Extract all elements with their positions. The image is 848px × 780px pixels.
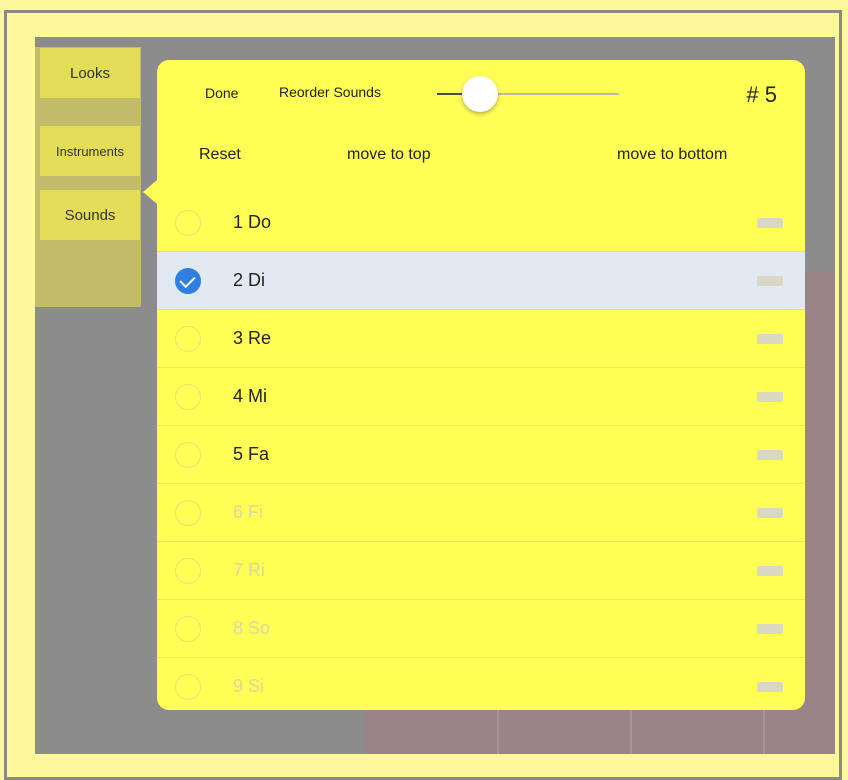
- drag-handle-icon[interactable]: [757, 333, 783, 344]
- sound-row[interactable]: 5 Fa: [157, 426, 805, 484]
- sound-label: 1 Do: [233, 212, 272, 232]
- tab-instruments[interactable]: Instruments: [40, 126, 140, 176]
- sound-label: 9 Si: [233, 676, 265, 696]
- sound-label: 3 Re: [233, 328, 272, 348]
- tab-instruments-label: Instruments: [56, 143, 124, 159]
- sound-label: 6 Fi: [233, 502, 264, 522]
- sound-label: 2 Di: [233, 270, 266, 290]
- radio-circle-icon[interactable]: [175, 383, 201, 410]
- reset-button[interactable]: Reset: [199, 146, 241, 164]
- sound-label: 7 Ri: [233, 560, 266, 580]
- tab-looks[interactable]: Looks: [40, 48, 140, 98]
- sound-list: 1 Do 2 Di 3 Re 4 Mi 5 Fa 6 Fi 7 Ri 8 So 9 Si: [157, 194, 805, 710]
- drag-handle-icon[interactable]: [757, 565, 783, 576]
- radio-circle-icon[interactable]: [175, 557, 201, 584]
- checkmark-circle-icon[interactable]: [175, 267, 201, 294]
- radio-circle-icon[interactable]: [175, 441, 201, 468]
- drag-handle-icon[interactable]: [757, 391, 783, 402]
- move-to-top-button[interactable]: move to top: [347, 146, 431, 164]
- drag-handle-icon[interactable]: [757, 507, 783, 518]
- drag-handle-icon[interactable]: [757, 681, 783, 692]
- tab-looks-label: Looks: [69, 64, 111, 82]
- sound-label: 4 Mi: [233, 386, 268, 406]
- sound-row[interactable]: 4 Mi: [157, 368, 805, 426]
- drag-handle-icon[interactable]: [757, 623, 783, 634]
- sound-label: 5 Fa: [233, 444, 270, 464]
- sound-row[interactable]: 3 Re: [157, 310, 805, 368]
- popover-arrow: [143, 180, 157, 204]
- drag-handle-icon[interactable]: [757, 449, 783, 460]
- radio-circle-icon[interactable]: [175, 209, 201, 236]
- drag-handle-icon[interactable]: [757, 217, 783, 228]
- done-button[interactable]: Done: [205, 85, 238, 101]
- move-to-bottom-button[interactable]: move to bottom: [617, 146, 727, 164]
- sound-row[interactable]: 9 Si: [157, 658, 805, 710]
- radio-circle-icon[interactable]: [175, 615, 201, 642]
- sound-row[interactable]: 1 Do: [157, 194, 805, 252]
- sound-label: 8 So: [233, 618, 271, 638]
- sound-row[interactable]: 8 So: [157, 600, 805, 658]
- sound-row[interactable]: 6 Fi: [157, 484, 805, 542]
- tab-sounds-label: Sounds: [64, 206, 116, 224]
- reorder-sounds-popover: Done Reorder Sounds # 5 Reset move to to…: [157, 60, 805, 710]
- tab-sounds[interactable]: Sounds: [40, 190, 140, 240]
- radio-circle-icon[interactable]: [175, 499, 201, 526]
- sound-row[interactable]: 2 Di: [157, 252, 805, 310]
- slider-knob[interactable]: [462, 76, 498, 112]
- sound-row[interactable]: 7 Ri: [157, 542, 805, 600]
- popover-title: Reorder Sounds: [279, 84, 381, 100]
- selection-count: # 5: [746, 82, 777, 107]
- radio-circle-icon[interactable]: [175, 325, 201, 352]
- drag-handle-icon[interactable]: [757, 275, 783, 286]
- radio-circle-icon[interactable]: [175, 673, 201, 700]
